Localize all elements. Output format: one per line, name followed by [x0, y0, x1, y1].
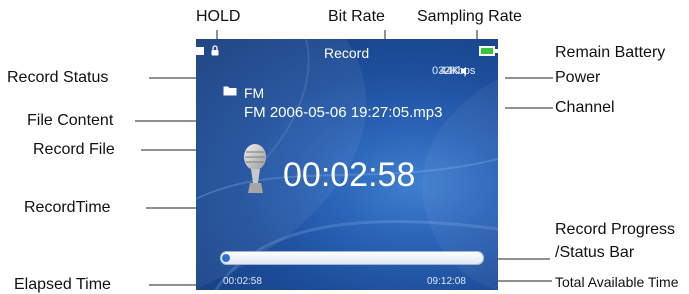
folder-icon [223, 86, 237, 96]
callout-file-content: File Content [27, 112, 114, 129]
record-file-value: FM 2006-05-06 19:27:05.mp3 [244, 104, 443, 121]
lock-icon [211, 45, 219, 56]
callout-bit-rate: Bit Rate [328, 8, 385, 25]
callout-remain-battery-line1: Remain Battery [555, 44, 666, 61]
channel-icon [461, 67, 466, 75]
recorder-screen: Record 032Kbps 44K FM FM 2006-05-06 19:2… [196, 39, 498, 290]
file-content-value: FM [244, 85, 265, 101]
callout-elapsed-time: Elapsed Time [14, 276, 111, 293]
callout-record-progress-line1: Record Progress [555, 221, 676, 238]
callout-record-status: Record Status [7, 69, 109, 86]
callout-total-available-time: Total Available Time [555, 274, 679, 290]
record-status-icon [196, 47, 204, 55]
screen-title: Record [324, 45, 370, 61]
callout-record-progress-line2: /Status Bar [555, 244, 635, 261]
record-progress-fill [222, 254, 230, 262]
callout-channel: Channel [555, 99, 615, 116]
record-time-value: 00:02:58 [283, 156, 416, 194]
battery-icon [479, 46, 498, 56]
callout-record-time: RecordTime [24, 199, 111, 216]
callout-hold: HOLD [196, 8, 241, 25]
total-available-time-value: 09:12:08 [427, 276, 466, 287]
microphone-icon [244, 144, 266, 193]
callout-record-file: Record File [33, 141, 115, 158]
callout-sampling-rate: Sampling Rate [417, 8, 522, 25]
record-progress-bar [220, 251, 484, 265]
sampling-rate-value: 44K [440, 65, 460, 77]
callout-remain-battery-line2: Power [555, 69, 601, 86]
elapsed-time-value: 00:02:58 [223, 276, 262, 287]
